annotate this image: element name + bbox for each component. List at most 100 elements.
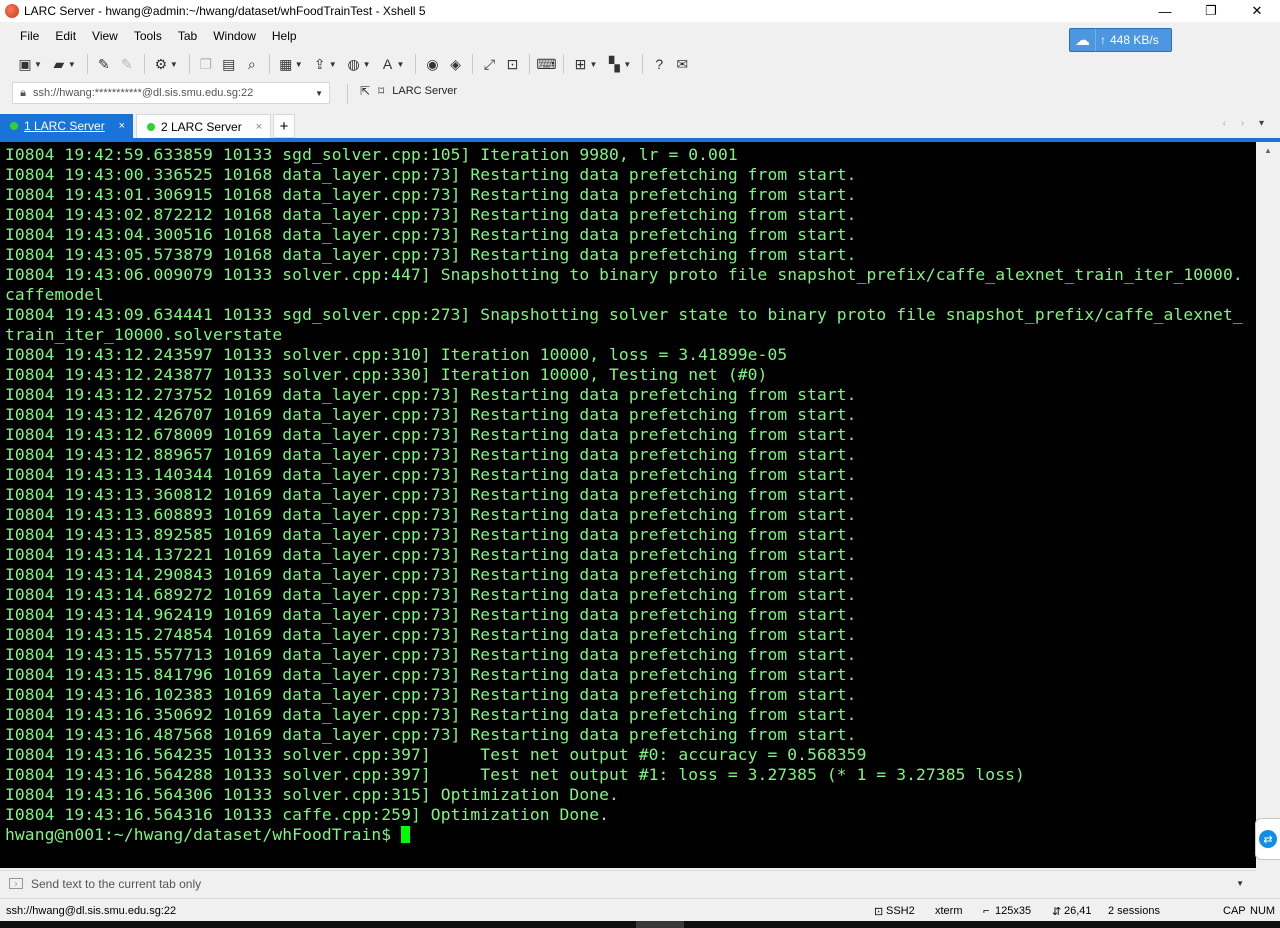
quick-connect: ⇱ ⌑ LARC Server xyxy=(360,84,457,98)
toolbar-divider xyxy=(86,54,88,74)
chevron-down-icon[interactable]: ▼ xyxy=(363,60,371,69)
close-button[interactable]: ✕ xyxy=(1234,0,1280,22)
terminal-line: I0804 19:43:13.892585 10169 data_layer.c… xyxy=(5,525,857,544)
terminal-line: I0804 19:43:13.360812 10169 data_layer.c… xyxy=(5,485,857,504)
help-icon[interactable]: ? xyxy=(648,53,670,75)
toolbar-divider xyxy=(415,54,417,74)
send-text-input[interactable]: Send text to the current tab only xyxy=(31,877,201,891)
status-cap: CAP xyxy=(1223,905,1246,917)
toolbar-divider xyxy=(529,54,531,74)
tab-close-icon[interactable]: × xyxy=(256,121,262,133)
chevron-down-icon[interactable]: ▼ xyxy=(397,60,405,69)
terminal-line: I0804 19:43:09.634441 10133 sgd_solver.c… xyxy=(5,305,1243,324)
terminal-line: I0804 19:43:06.009079 10133 solver.cpp:4… xyxy=(5,265,1243,284)
terminal-line: I0804 19:43:13.608893 10169 data_layer.c… xyxy=(5,505,857,524)
address-bar: 🔒︎ ssh://hwang:***********@dl.sis.smu.ed… xyxy=(0,80,1270,106)
tab-larc-server-1[interactable]: 1 LARC Server × xyxy=(0,114,133,138)
send-icon: › xyxy=(9,878,23,889)
maximize-button[interactable]: ❐ xyxy=(1188,0,1234,22)
terminal-line: I0804 19:43:14.962419 10169 data_layer.c… xyxy=(5,605,857,624)
terminal[interactable]: I0804 19:42:59.633859 10133 sgd_solver.c… xyxy=(0,142,1256,868)
terminal-line: I0804 19:43:05.573879 10168 data_layer.c… xyxy=(5,245,857,264)
properties-icon[interactable]: ⚙ xyxy=(150,53,172,75)
fullscreen-icon[interactable]: ⤢ xyxy=(478,53,500,75)
terminal-scrollbar[interactable]: ▲ xyxy=(1256,142,1280,868)
terminal-line: I0804 19:43:00.336525 10168 data_layer.c… xyxy=(5,165,857,184)
window-title: LARC Server - hwang@admin:~/hwang/datase… xyxy=(24,4,426,18)
terminal-line: train_iter_10000.solverstate xyxy=(5,325,283,344)
chevron-down-icon[interactable]: ▼ xyxy=(34,60,42,69)
address-field[interactable]: 🔒︎ ssh://hwang:***********@dl.sis.smu.ed… xyxy=(12,82,330,104)
cloud-icon: ☁ xyxy=(1070,29,1096,51)
globe-icon[interactable]: ◍ xyxy=(343,53,365,75)
font-icon[interactable]: A xyxy=(377,53,399,75)
toolbar: ▣ ▼ ▰ ▼ ✎ ✎ ⚙ ▼ ❐ ▤ ⌕ ▦ ▼ ⇪ ▼ ◍ ▼ A ▼ ◉ ◈ ⤢ ⊡ ⌨… xyxy=(0,50,1270,78)
terminal-line: I0804 19:43:16.564306 10133 solver.cpp:3… xyxy=(5,785,619,804)
new-session-icon[interactable]: ▣ xyxy=(14,53,36,75)
tab-label: 2 LARC Server xyxy=(161,119,242,134)
xmanager-icon[interactable]: ◈ xyxy=(444,53,466,75)
terminal-line: I0804 19:43:01.306915 10168 data_layer.c… xyxy=(5,185,857,204)
minimize-button[interactable]: — xyxy=(1142,0,1188,22)
copy-icon[interactable]: ❐ xyxy=(195,53,217,75)
lock-icon: ⊡ xyxy=(874,906,884,918)
chevron-down-icon[interactable]: ▼ xyxy=(589,60,597,69)
terminal-line: I0804 19:43:16.564316 10133 caffe.cpp:25… xyxy=(5,805,610,824)
print-icon[interactable]: ▦ xyxy=(275,53,297,75)
keyboard-icon[interactable]: ⌨ xyxy=(535,53,557,75)
chevron-down-icon[interactable]: ▼ xyxy=(329,60,337,69)
terminal-line: I0804 19:43:15.274854 10169 data_layer.c… xyxy=(5,625,857,644)
transfer-icon[interactable]: ⇪ xyxy=(309,53,331,75)
menu-view[interactable]: View xyxy=(84,29,126,43)
scroll-up-icon[interactable]: ▲ xyxy=(1256,142,1280,158)
status-protocol: SSH2 xyxy=(886,905,915,917)
find-icon[interactable]: ⌕ xyxy=(241,53,263,75)
chevron-down-icon[interactable]: ▼ xyxy=(68,60,76,69)
disconnect-icon[interactable]: ✎ xyxy=(116,53,138,75)
terminal-line: I0804 19:43:16.564235 10133 solver.cpp:3… xyxy=(5,745,867,764)
chat-icon[interactable]: ✉ xyxy=(671,53,693,75)
lock-icon: 🔒︎ xyxy=(20,86,26,99)
chevron-down-icon[interactable]: ▼ xyxy=(170,60,178,69)
menu-tab[interactable]: Tab xyxy=(170,29,205,43)
taskbar-tile[interactable] xyxy=(636,921,684,928)
xftp-icon[interactable]: ◉ xyxy=(421,53,443,75)
network-speed-widget[interactable]: ☁ ↑ 448 KB/s xyxy=(1069,28,1172,52)
app-icon[interactable] xyxy=(5,4,19,18)
tab-navigation[interactable]: ‹ › ▾ xyxy=(1223,118,1270,129)
menu-help[interactable]: Help xyxy=(264,29,305,43)
chevron-down-icon[interactable]: ▼ xyxy=(295,60,303,69)
chevron-down-icon[interactable]: ▼ xyxy=(1236,879,1244,888)
menu-tools[interactable]: Tools xyxy=(126,29,170,43)
terminal-line: I0804 19:43:16.350692 10169 data_layer.c… xyxy=(5,705,857,724)
terminal-line: I0804 19:43:04.300516 10168 data_layer.c… xyxy=(5,225,857,244)
terminal-line: I0804 19:43:12.273752 10169 data_layer.c… xyxy=(5,385,857,404)
terminal-line: I0804 19:43:02.872212 10168 data_layer.c… xyxy=(5,205,857,224)
add-tab-button[interactable]: + xyxy=(273,114,295,138)
send-text-bar[interactable]: › Send text to the current tab only ▼ xyxy=(0,870,1256,896)
toolbar-divider xyxy=(143,54,145,74)
tab-close-icon[interactable]: × xyxy=(119,120,125,132)
menu-file[interactable]: File xyxy=(12,29,47,43)
new-tab-icon[interactable]: ⊞ xyxy=(569,53,591,75)
menu-window[interactable]: Window xyxy=(205,29,264,43)
tab-label: 1 LARC Server xyxy=(24,119,105,133)
reconnect-icon[interactable]: ✎ xyxy=(93,53,115,75)
open-link-icon[interactable]: ⇱ xyxy=(360,84,370,98)
chevron-down-icon[interactable]: ▼ xyxy=(315,89,323,98)
bookmark-icon: ⌑ xyxy=(378,84,385,98)
resize-icon: ⌐ xyxy=(983,905,990,917)
quick-connect-link[interactable]: LARC Server xyxy=(392,85,457,97)
layout-icon[interactable]: ▚ xyxy=(603,53,625,75)
chevron-down-icon[interactable]: ▼ xyxy=(623,60,631,69)
paste-icon[interactable]: ▤ xyxy=(218,53,240,75)
tab-bar: 1 LARC Server × 2 LARC Server × + ‹ › ▾ xyxy=(0,112,1280,138)
terminal-line: I0804 19:43:13.140344 10169 data_layer.c… xyxy=(5,465,857,484)
lock-icon[interactable]: ⊡ xyxy=(501,53,523,75)
tab-larc-server-2[interactable]: 2 LARC Server × xyxy=(136,114,271,138)
menu-edit[interactable]: Edit xyxy=(47,29,84,43)
teamviewer-widget[interactable]: ⇄ xyxy=(1255,818,1280,860)
open-folder-icon[interactable]: ▰ xyxy=(48,53,70,75)
taskbar-strip xyxy=(0,921,1280,928)
teamviewer-icon: ⇄ xyxy=(1259,830,1277,848)
